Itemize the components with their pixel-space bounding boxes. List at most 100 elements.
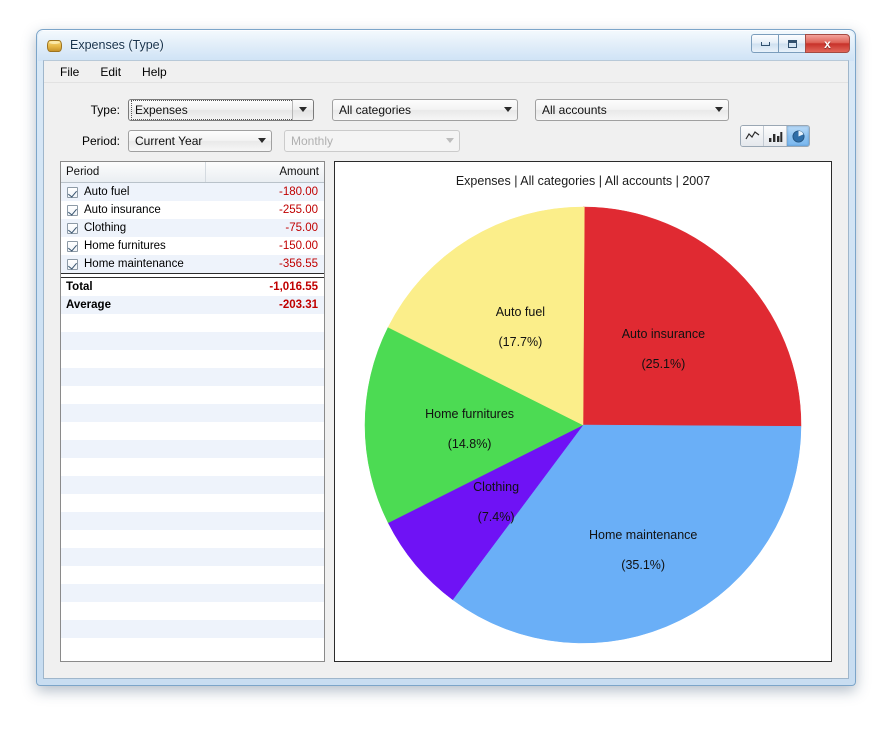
period-select-value: Current Year (135, 133, 203, 148)
row-checkbox[interactable] (67, 186, 78, 198)
type-select[interactable]: Expenses (128, 98, 314, 121)
row-label-cell: Auto fuel (61, 186, 206, 198)
minimize-icon (760, 41, 770, 46)
table-row-empty (61, 404, 324, 422)
line-chart-toggle[interactable] (741, 126, 764, 146)
pie-slice[interactable] (582, 206, 802, 427)
table-row-empty (61, 314, 324, 332)
menu-item-file[interactable]: File (51, 63, 88, 81)
title-bar: Expenses (Type) x (37, 30, 855, 60)
table-row-empty (61, 476, 324, 494)
table-row[interactable]: Auto fuel -180.00 (61, 183, 324, 201)
pie-slice-label: Auto insurance (622, 327, 705, 341)
table-row-empty (61, 548, 324, 566)
chevron-down-icon (709, 100, 728, 120)
chart-title: Expenses | All categories | All accounts… (455, 174, 711, 188)
row-checkbox[interactable] (67, 240, 78, 252)
minimize-button[interactable] (751, 34, 778, 53)
close-button[interactable]: x (805, 34, 850, 53)
table-row-empty (61, 530, 324, 548)
pie-slice-label: Home maintenance (589, 528, 697, 542)
table-row-empty (61, 422, 324, 440)
pie-slice-percent: (17.7%) (499, 334, 543, 348)
average-label: Average (66, 299, 111, 311)
row-checkbox[interactable] (67, 222, 78, 234)
filter-row-type: Type: Expenses All categories All accoun… (44, 94, 848, 125)
maximize-icon (787, 39, 797, 48)
table-row-empty (61, 602, 324, 620)
application-window: Expenses (Type) x File Edit Help Type: E… (36, 29, 856, 686)
row-label-cell: Clothing (61, 222, 206, 234)
table-row-empty (61, 368, 324, 386)
pie-chart-svg[interactable]: Auto insurance (25.1%) Home maintenance (35… (358, 200, 808, 650)
bar-chart-toggle[interactable] (764, 126, 787, 146)
row-label-text: Clothing (84, 222, 127, 234)
table-row-empty (61, 458, 324, 476)
window-controls: x (751, 34, 850, 53)
money-bag-icon (46, 37, 63, 54)
table-row[interactable]: Auto insurance -255.00 (61, 201, 324, 219)
pie-chart-icon (792, 130, 804, 142)
category-select-value: All categories (339, 102, 412, 117)
table-row-average: Average -203.31 (61, 296, 324, 314)
menu-item-edit[interactable]: Edit (91, 63, 130, 81)
table-row[interactable]: Clothing -75.00 (61, 219, 324, 237)
window-title: Expenses (Type) (70, 38, 164, 52)
type-label: Type: (90, 102, 120, 117)
type-select-value: Expenses (131, 99, 294, 120)
period-label: Period: (81, 133, 120, 148)
menu-item-help[interactable]: Help (133, 63, 176, 81)
line-chart-icon (744, 131, 759, 140)
table-row-empty (61, 584, 324, 602)
client-area: File Edit Help Type: Expenses All catego… (43, 60, 849, 679)
chevron-down-icon (252, 131, 271, 151)
period-select[interactable]: Current Year (128, 129, 272, 152)
pie-slice-label: Home furnitures (425, 407, 514, 421)
table-header: Period Amount (61, 162, 324, 183)
table-row-empty (61, 386, 324, 404)
table-row-empty (61, 494, 324, 512)
table-body: Auto fuel -180.00 Auto insurance -255.00 (61, 183, 324, 661)
category-select[interactable]: All categories (332, 98, 518, 121)
table-row[interactable]: Home maintenance -356.55 (61, 255, 324, 273)
row-label-cell: Home furnitures (61, 240, 206, 252)
row-amount-cell: -75.00 (285, 222, 318, 234)
pie-slice-percent: (7.4%) (478, 509, 515, 523)
table-row-empty (61, 512, 324, 530)
table-row-empty (61, 566, 324, 584)
row-label-text: Home maintenance (84, 258, 184, 270)
table-row-empty (61, 332, 324, 350)
row-label-text: Auto insurance (84, 204, 161, 216)
chart-panel: Expenses | All categories | All accounts… (334, 161, 832, 662)
table-row-empty (61, 440, 324, 458)
filter-row-period: Period: Current Year Monthly (44, 125, 848, 156)
pie-chart: Auto insurance (25.1%) Home maintenance (35… (335, 192, 831, 657)
total-amount: -1,016.55 (269, 281, 318, 293)
row-label-cell: Home maintenance (61, 258, 206, 270)
pie-slice-percent: (14.8%) (448, 437, 492, 451)
row-checkbox[interactable] (67, 204, 78, 216)
pie-slice-percent: (35.1%) (621, 558, 665, 572)
pie-chart-toggle[interactable] (787, 126, 809, 146)
table-row-total: Total -1,016.55 (61, 278, 324, 296)
chevron-down-icon (440, 131, 459, 151)
chevron-down-icon (292, 99, 313, 120)
column-header-amount[interactable]: Amount (206, 162, 324, 182)
row-label-cell: Auto insurance (61, 204, 206, 216)
column-header-period[interactable]: Period (61, 162, 206, 182)
pie-slice-percent: (25.1%) (642, 357, 686, 371)
maximize-button[interactable] (778, 34, 805, 53)
interval-select-value: Monthly (291, 133, 334, 148)
filter-toolbar: Type: Expenses All categories All accoun… (44, 83, 848, 161)
account-select[interactable]: All accounts (535, 98, 729, 121)
row-checkbox[interactable] (67, 258, 78, 270)
table-row-empty (61, 620, 324, 638)
menu-bar: File Edit Help (44, 61, 848, 83)
account-select-value: All accounts (542, 102, 607, 117)
interval-select: Monthly (284, 129, 460, 152)
table-row[interactable]: Home furnitures -150.00 (61, 237, 324, 255)
chart-type-toggle-group (740, 125, 810, 147)
row-amount-cell: -356.55 (278, 258, 318, 270)
period-amount-table: Period Amount Auto fuel -180.00 Auto ins… (60, 161, 325, 662)
row-amount-cell: -150.00 (278, 240, 318, 252)
